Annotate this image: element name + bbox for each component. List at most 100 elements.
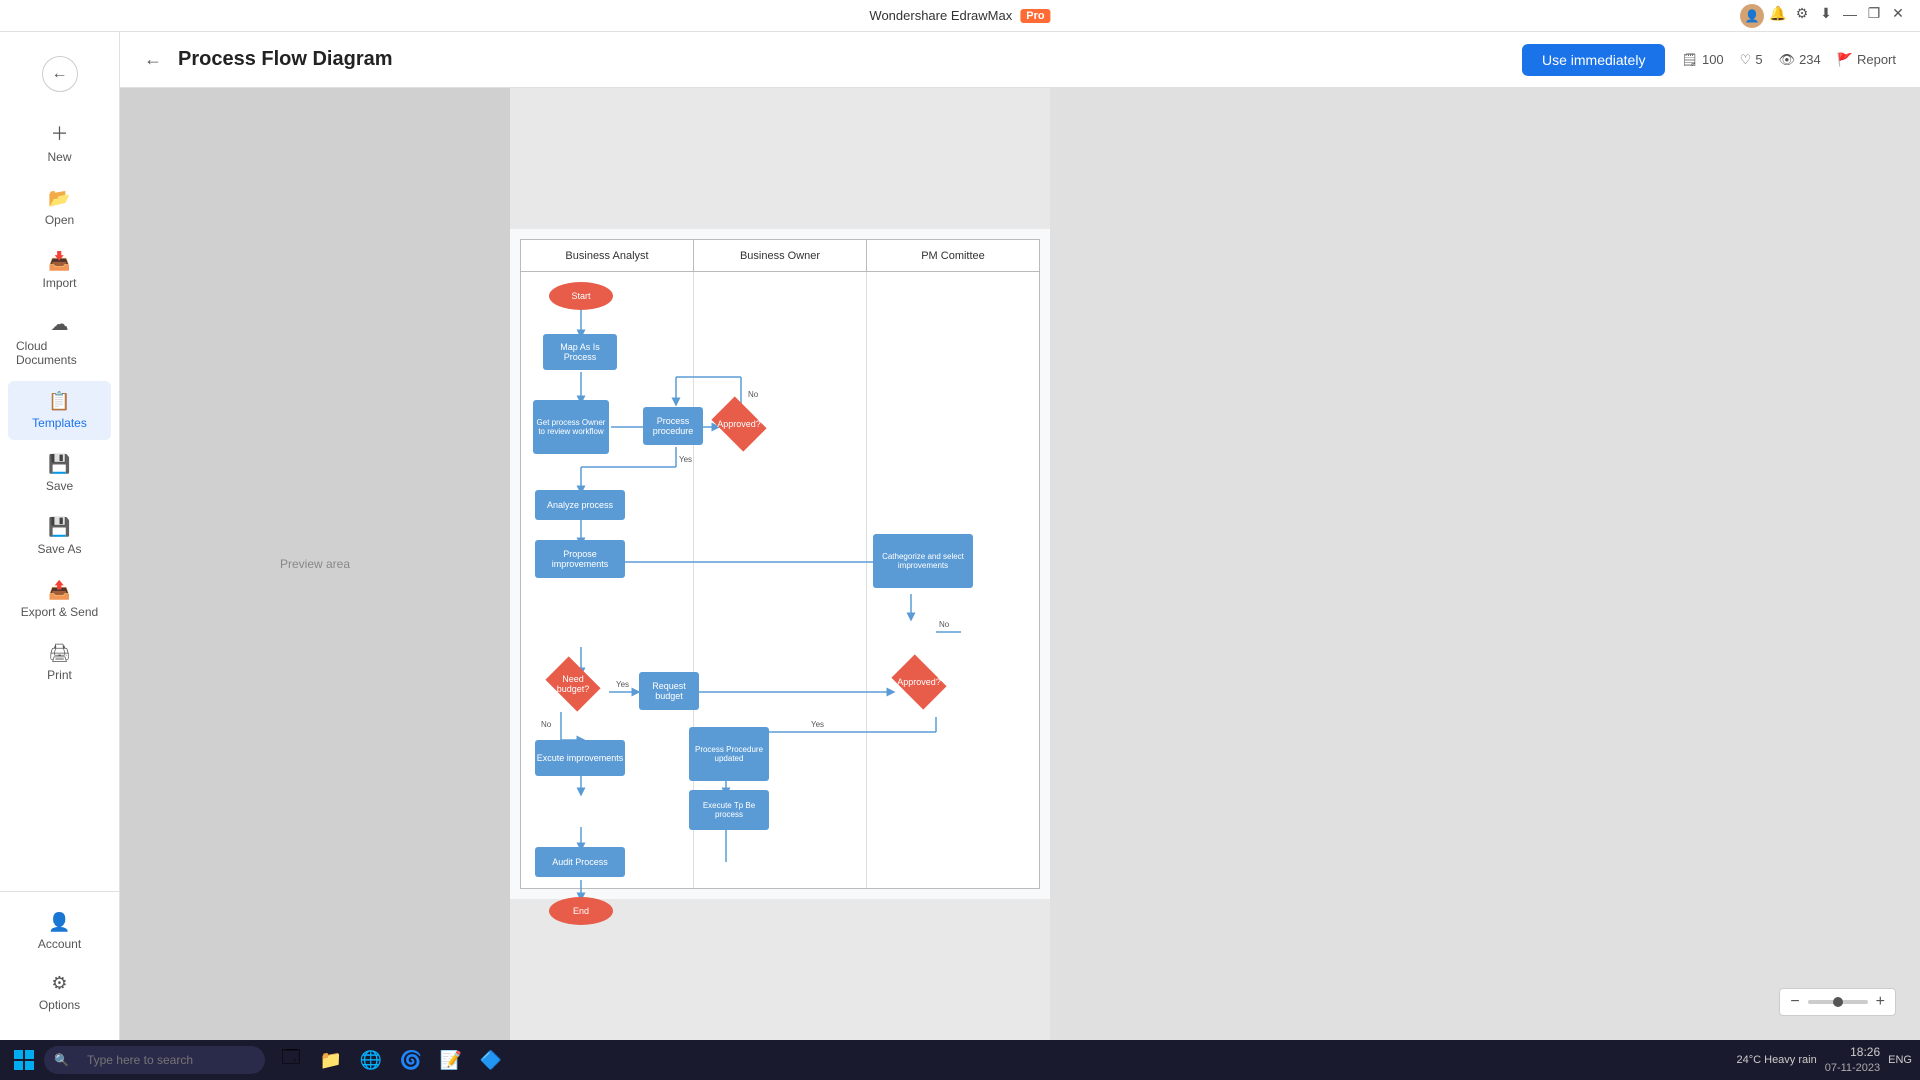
analyze-process-shape: Analyze process [535,490,625,520]
header-actions: Use immediately 🗒 100 ♡ 5 👁 234 🚩 Report [1522,44,1896,76]
time: 18:26 [1850,1045,1880,1061]
audit-process-shape: Audit Process [535,847,625,877]
zoom-in-button[interactable]: + [1876,993,1885,1011]
clock: 18:26 07-11-2023 [1825,1045,1880,1075]
sidebar-bottom: 👤 Account ⚙ Options [0,891,119,1032]
like-icon: ♡ [1740,52,1752,68]
taskbar-right: 24°C Heavy rain 18:26 07-11-2023 ENG [1736,1045,1912,1075]
zoom-slider[interactable] [1808,1000,1868,1004]
sidebar-label-saveas: Save As [37,542,81,556]
sidebar-item-open[interactable]: 📂 Open [8,178,111,237]
view-stat: 👁 234 [1779,52,1821,68]
taskbar-apps: 🗔 📁 🌐 🌀 📝 🔷 [273,1042,509,1078]
copy-stat: 🗒 100 [1681,52,1723,68]
report-label: Report [1857,52,1896,67]
start-button[interactable] [8,1044,40,1076]
saveas-icon: 💾 [48,517,70,538]
taskbar-app-word[interactable]: 📝 [433,1042,469,1078]
taskbar-search-input[interactable] [75,1046,255,1074]
map-as-is-shape: Map As Is Process [543,334,617,370]
account-icon: 👤 [48,912,70,933]
approved-diamond-1: Approved? [709,402,769,446]
minimize-button[interactable]: — [1840,4,1860,24]
sidebar-item-export[interactable]: 📤 Export & Send [8,570,111,629]
sidebar-item-cloud[interactable]: ☁ Cloud Documents [8,304,111,377]
cloud-icon: ☁ [51,314,69,335]
taskbar-app-edraw[interactable]: 🔷 [473,1042,509,1078]
col-pm-comittee: PM Comittee [867,240,1039,271]
page-title: Process Flow Diagram [178,48,1506,71]
sidebar-item-options[interactable]: ⚙ Options [8,963,111,1022]
request-budget-shape: Request budget [639,672,699,710]
close-button[interactable]: ✕ [1888,4,1908,24]
page-header: ← Process Flow Diagram Use immediately 🗒… [120,32,1920,88]
taskbar-app-taskview[interactable]: 🗔 [273,1042,309,1078]
app-title: Wondershare EdrawMax [869,8,1012,23]
sidebar: ← ＋ New 📂 Open 📥 Import ☁ Cloud Document… [0,32,120,1040]
end-shape: End [549,897,613,925]
view-count: 234 [1799,52,1821,67]
pro-badge: Pro [1020,9,1050,23]
col-business-analyst: Business Analyst [521,240,694,271]
report-icon: 🚩 [1837,52,1853,68]
page-back-button[interactable]: ← [144,49,162,70]
get-process-owner-shape: Get process Owner to review workflow [533,400,609,454]
like-count: 5 [1755,52,1762,67]
options-icon: ⚙ [51,973,67,994]
sidebar-label-print: Print [47,668,72,682]
diagram-container[interactable]: Preview area Business Analyst Business O… [120,88,1920,1040]
taskbar-app-chrome[interactable]: 🌀 [393,1042,429,1078]
execute-tp-shape: Execute Tp Be process [689,790,769,830]
copy-count: 100 [1702,52,1724,67]
swimlane: Business Analyst Business Owner PM Comit… [520,239,1040,889]
sidebar-item-saveas[interactable]: 💾 Save As [8,507,111,566]
sidebar-item-templates[interactable]: 📋 Templates [8,381,111,440]
like-stat[interactable]: ♡ 5 [1740,52,1763,68]
weather-info: 24°C Heavy rain [1736,1054,1816,1066]
sidebar-item-account[interactable]: 👤 Account [8,902,111,961]
view-icon: 👁 [1779,52,1796,68]
copy-icon: 🗒 [1681,52,1698,68]
main-layout: ← ＋ New 📂 Open 📥 Import ☁ Cloud Document… [0,32,1920,1040]
col-business-owner: Business Owner [694,240,867,271]
sidebar-item-import[interactable]: 📥 Import [8,241,111,300]
process-procedure-shape: Process procedure [643,407,703,445]
taskbar-app-files[interactable]: 📁 [313,1042,349,1078]
taskbar-search-icon: 🔍 [54,1053,69,1067]
approved-diamond-2: Approved? [889,660,949,704]
notifications-icon[interactable]: 🔔 [1768,4,1788,24]
sidebar-label-import: Import [42,276,76,290]
zoom-bar: − + [1779,988,1896,1016]
sidebar-label-export: Export & Send [21,605,98,619]
avatar[interactable]: 👤 [1740,4,1764,28]
new-icon: ＋ [51,120,69,146]
execute-improvements-shape: Excute improvements [535,740,625,776]
sidebar-label-new: New [47,150,71,164]
use-immediately-button[interactable]: Use immediately [1522,44,1665,76]
content-area: ← Process Flow Diagram Use immediately 🗒… [120,32,1920,1040]
sidebar-label-options: Options [39,998,80,1012]
export-icon: 📤 [48,580,70,601]
back-button[interactable]: ← [42,56,78,92]
print-icon: 🖨 [48,643,71,664]
start-shape: Start [549,282,613,310]
sidebar-item-save[interactable]: 💾 Save [8,444,111,503]
import-icon: 📥 [48,251,70,272]
taskbar-app-edge[interactable]: 🌐 [353,1042,389,1078]
sidebar-label-account: Account [38,937,81,951]
templates-icon: 📋 [48,391,70,412]
download-icon[interactable]: ⬇ [1816,4,1836,24]
report-button[interactable]: 🚩 Report [1837,52,1896,68]
sidebar-item-print[interactable]: 🖨 Print [8,633,111,692]
sidebar-label-cloud: Cloud Documents [16,339,103,367]
maximize-button[interactable]: ❐ [1864,4,1884,24]
zoom-out-button[interactable]: − [1790,993,1799,1011]
sidebar-item-new[interactable]: ＋ New [8,110,111,174]
sidebar-label-open: Open [45,213,74,227]
swimlane-header: Business Analyst Business Owner PM Comit… [521,240,1039,272]
process-procedure-updated-shape: Process Procedure updated [689,727,769,781]
swimlane-body: No Yes [521,272,1039,888]
settings-icon[interactable]: ⚙ [1792,4,1812,24]
language-indicator: ENG [1888,1054,1912,1066]
title-bar: Wondershare EdrawMax Pro 👤 🔔 ⚙ ⬇ — ❐ ✕ [0,0,1920,32]
